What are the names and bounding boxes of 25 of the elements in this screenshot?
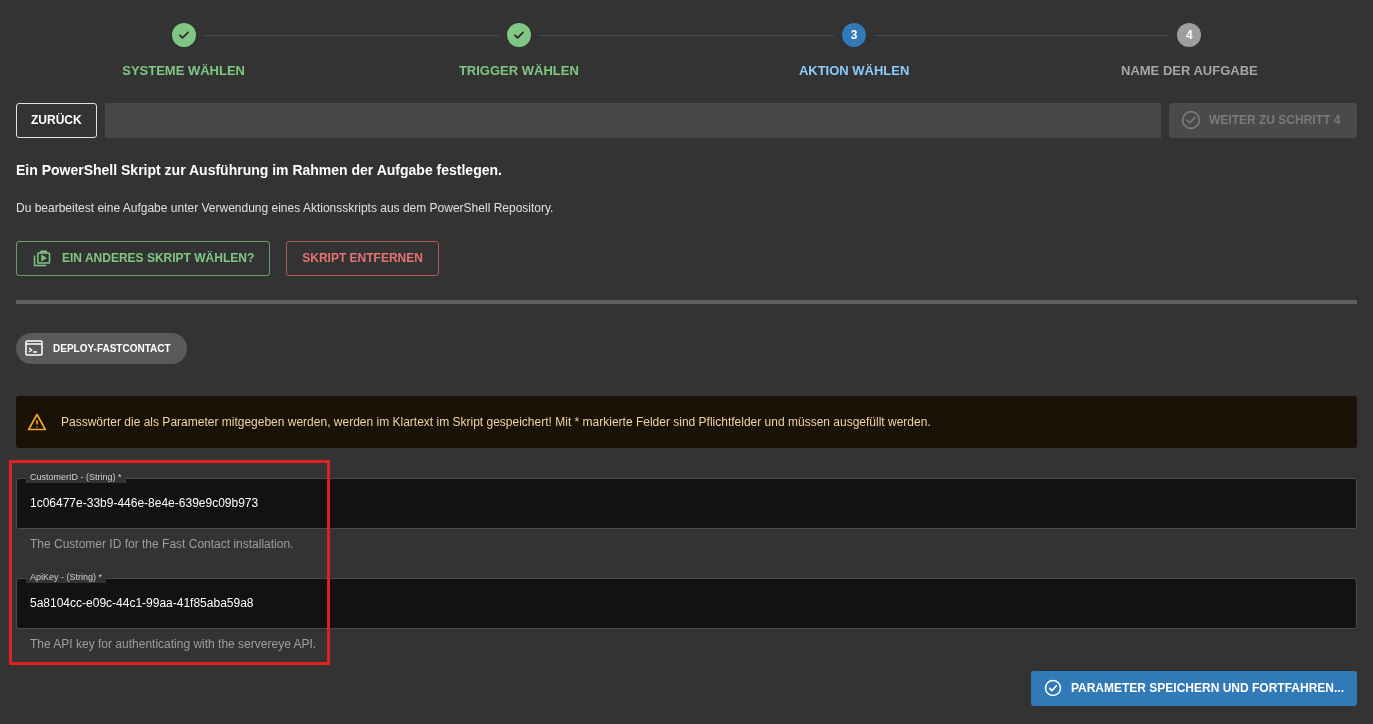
field-help: The Customer ID for the Fast Contact installation. <box>30 535 295 553</box>
step-indicator: 4 <box>1177 23 1202 47</box>
check-circle-icon <box>1181 110 1201 130</box>
field-help: The API key for authenticating with the servereye API. <box>30 635 318 653</box>
script-name: DEPLOY-FASTCONTACT <box>53 341 171 356</box>
video-library-icon <box>32 248 52 268</box>
heading: Ein PowerShell Skript zur Ausführung im Rahmen der Aufgabe festlegen. <box>16 160 503 180</box>
field-label: ApiKey - (String) * <box>26 570 107 583</box>
step-label: NAME DER AUFGABE <box>1121 62 1258 80</box>
check-circle-icon <box>1043 679 1062 697</box>
back-button[interactable]: ZURÜCK <box>16 102 97 138</box>
field-value: 5a8104cc-e09c-44c1-99aa-41f85aba59a8 <box>30 595 254 612</box>
field-value: 1c06477e-33b9-446e-8e4e-639e9c09b973 <box>30 495 259 512</box>
step-label: AKTION WÄHLEN <box>798 62 910 80</box>
step-label: SYSTEME WÄHLEN <box>122 62 245 80</box>
field-label: CustomerID - (String) * <box>26 470 126 483</box>
terminal-icon <box>25 340 43 356</box>
warning-icon <box>27 411 47 432</box>
save-button[interactable]: PARAMETER SPEICHERN UND FORTFAHREN... <box>1030 670 1357 706</box>
step-indicator: 3 <box>842 23 867 47</box>
step-label: TRIGGER WÄHLEN <box>458 62 579 80</box>
description: Du bearbeitest eine Aufgabe unter Verwendung eines Aktionsskripts aus dem PowerShell Repository. <box>16 199 555 217</box>
choose-script-button[interactable]: EIN ANDERES SKRIPT WÄHLEN? <box>16 240 271 276</box>
warning-text: Passwörter die als Parameter mitgegeben werden, werden im Klartext im Skript gespeichert! Mit * markierte Felder sind Pflichtfelder und müssen ausgefüllt werden. <box>61 413 931 431</box>
remove-script-button[interactable]: SKRIPT ENTFERNEN <box>286 240 439 276</box>
